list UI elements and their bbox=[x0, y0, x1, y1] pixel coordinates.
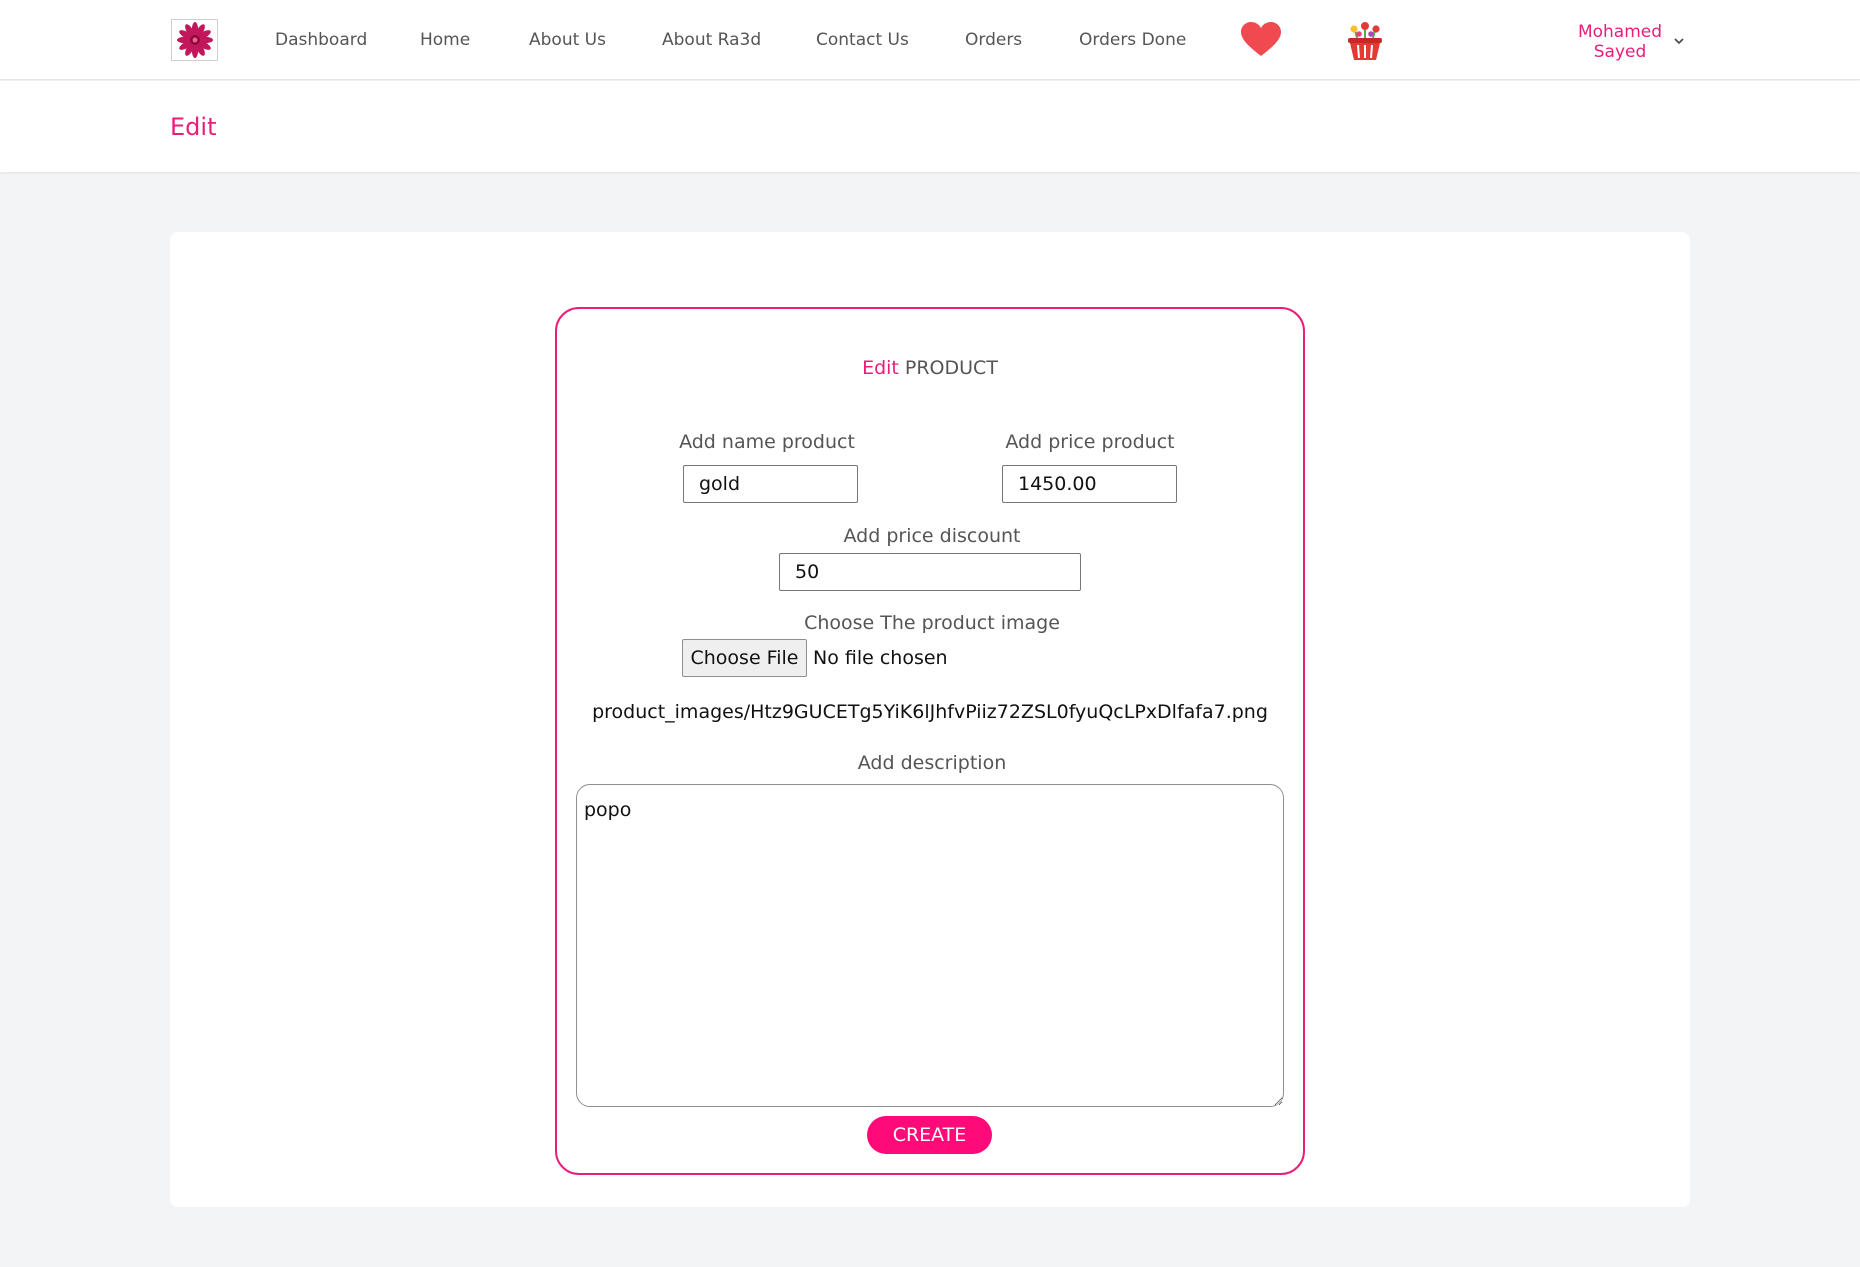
form-title-rest: PRODUCT bbox=[898, 357, 998, 379]
nav-link-dashboard[interactable]: Dashboard bbox=[275, 30, 367, 52]
user-name: Mohamed Sayed bbox=[1570, 22, 1670, 62]
top-navbar: Dashboard Home About Us About Ra3d Conta… bbox=[0, 0, 1860, 80]
form-title-accent: Edit bbox=[862, 357, 899, 379]
product-price-input[interactable] bbox=[1002, 465, 1177, 503]
description-label: Add description bbox=[857, 752, 1007, 774]
nav-link-orders[interactable]: Orders bbox=[965, 30, 1022, 52]
nav-link-about-ra3d[interactable]: About Ra3d bbox=[662, 30, 761, 52]
form-title: Edit PRODUCT bbox=[557, 357, 1303, 379]
choose-file-button[interactable]: Choose File bbox=[682, 639, 807, 677]
page-header: Edit bbox=[0, 81, 1860, 172]
flower-logo-icon[interactable] bbox=[171, 19, 218, 61]
flower-basket-icon[interactable] bbox=[1345, 20, 1385, 62]
discount-price-input[interactable] bbox=[779, 553, 1081, 591]
nav-link-about-us[interactable]: About Us bbox=[529, 30, 606, 52]
create-button[interactable]: CREATE bbox=[867, 1116, 992, 1154]
file-status: No file chosen bbox=[813, 647, 948, 669]
price-label: Add price product bbox=[1005, 431, 1175, 453]
page-title: Edit bbox=[170, 113, 217, 141]
name-label: Add name product bbox=[679, 431, 855, 453]
product-name-input[interactable] bbox=[683, 465, 858, 503]
description-textarea[interactable]: popo bbox=[576, 784, 1284, 1107]
nav-link-home[interactable]: Home bbox=[420, 30, 470, 52]
nav-link-contact-us[interactable]: Contact Us bbox=[816, 30, 909, 52]
user-last-name: Sayed bbox=[1593, 42, 1647, 62]
current-image-path: product_images/Htz9GUCETg5YiK6lJhfvPiiz7… bbox=[592, 701, 1268, 723]
heart-icon[interactable] bbox=[1240, 22, 1282, 58]
nav-link-orders-done[interactable]: Orders Done bbox=[1079, 30, 1186, 52]
content-card: Edit PRODUCT Add name product Add price … bbox=[170, 232, 1690, 1207]
image-label: Choose The product image bbox=[804, 612, 1060, 634]
edit-product-form: Edit PRODUCT Add name product Add price … bbox=[555, 307, 1305, 1175]
chevron-down-icon[interactable] bbox=[1672, 34, 1686, 48]
user-menu[interactable]: Mohamed Sayed bbox=[1570, 22, 1690, 64]
user-first-name: Mohamed bbox=[1577, 22, 1663, 42]
discount-label: Add price discount bbox=[843, 525, 1021, 547]
